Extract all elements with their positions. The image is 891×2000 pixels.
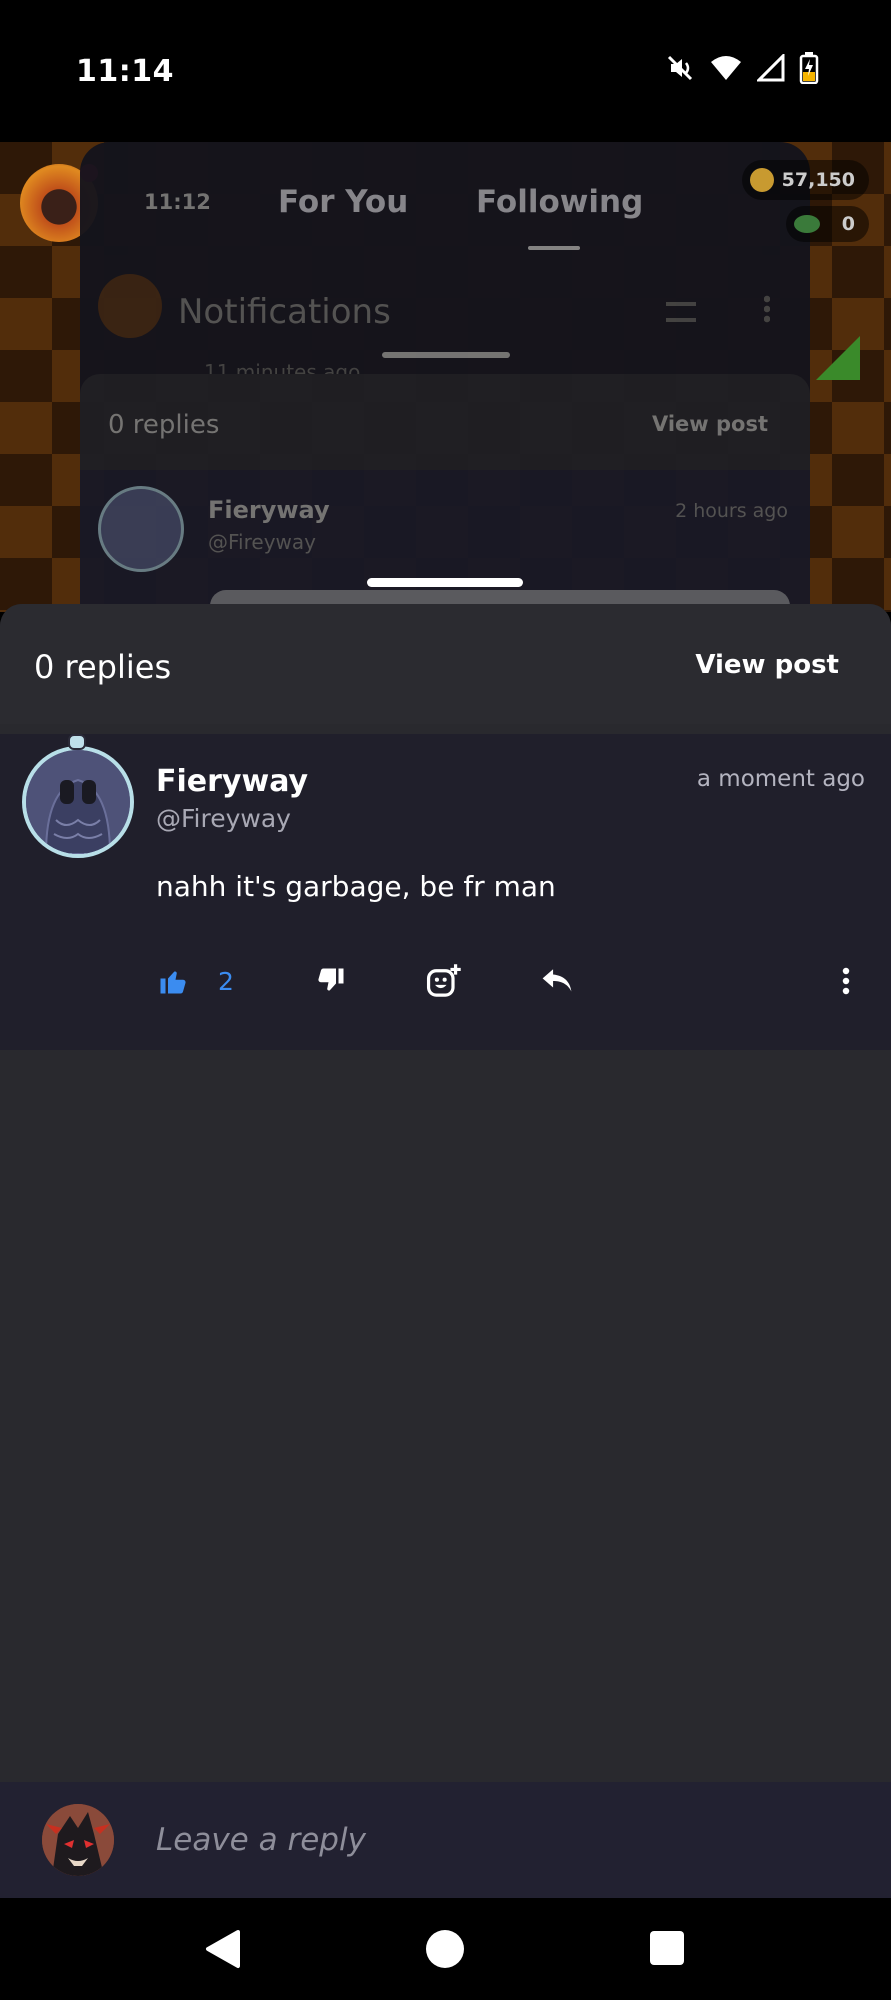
bg-author-name: Fieryway xyxy=(208,496,330,524)
recents-icon[interactable] xyxy=(650,1931,684,1965)
bg-author-avatar xyxy=(98,486,184,572)
bg-coin-balance: 57,150 xyxy=(741,160,869,200)
bg-notif-timestamp: 11 minutes ago xyxy=(204,360,361,374)
my-avatar-image xyxy=(42,1804,114,1876)
bg-inner-card: 11:12 For You Following Notifications 11… xyxy=(80,142,810,612)
my-avatar xyxy=(42,1804,114,1876)
sheet-drag-handle[interactable] xyxy=(367,578,523,587)
add-emoji-icon xyxy=(426,964,461,997)
more-vertical-icon xyxy=(842,967,850,995)
comment-actions: 2 xyxy=(0,956,891,1006)
thumbs-down-icon xyxy=(318,968,344,991)
bg-filter-icon xyxy=(666,302,696,322)
bg-gem-balance: 0 xyxy=(785,206,869,242)
author-handle: @Fireyway xyxy=(156,804,291,833)
replies-count: 0 replies xyxy=(34,648,172,686)
bg-tab-for-you: For You xyxy=(278,184,409,220)
comment-timestamp: a moment ago xyxy=(696,766,865,792)
view-post-button[interactable]: View post xyxy=(695,650,839,680)
mute-icon xyxy=(667,55,693,81)
status-bar: 11:14 xyxy=(0,0,891,142)
bg-replies-header: 0 replies View post xyxy=(80,374,810,470)
bg-replies-label: 0 replies xyxy=(108,410,220,440)
author-name[interactable]: Fieryway xyxy=(156,764,308,799)
avatar-badge-icon xyxy=(68,734,86,750)
replies-header: 0 replies View post xyxy=(0,604,891,724)
reply-button[interactable] xyxy=(540,956,574,1006)
more-options-button[interactable] xyxy=(840,956,852,1006)
add-reaction-button[interactable] xyxy=(426,956,462,1006)
bg-author-handle: @Fireyway xyxy=(208,530,316,554)
reply-bar xyxy=(0,1782,891,1898)
status-time: 11:14 xyxy=(76,54,174,89)
gem-icon xyxy=(793,215,820,233)
bg-more-icon xyxy=(764,294,770,324)
bg-notifications-title: Notifications xyxy=(178,292,391,332)
bg-drag-handle xyxy=(382,352,510,358)
home-icon[interactable] xyxy=(426,1930,464,1968)
bg-author-time: 2 hours ago xyxy=(675,500,788,522)
signal-icon xyxy=(757,54,785,82)
coin-icon xyxy=(749,168,774,192)
reply-input[interactable] xyxy=(156,1812,816,1868)
bg-green-shape xyxy=(816,292,860,380)
bg-tab-following: Following xyxy=(476,184,644,220)
reply-arrow-icon xyxy=(542,969,572,992)
bg-time: 11:12 xyxy=(144,190,211,214)
bg-coin-count: 57,150 xyxy=(781,169,855,191)
like-button[interactable]: 2 xyxy=(158,956,234,1006)
wifi-icon xyxy=(711,56,741,80)
avatar-image xyxy=(26,750,130,854)
bg-tab-indicator xyxy=(528,246,580,250)
background-app: 11:12 For You Following Notifications 11… xyxy=(0,142,891,612)
thumbs-up-icon xyxy=(160,971,186,994)
bg-notif-avatar xyxy=(98,274,162,338)
back-icon[interactable] xyxy=(204,1928,242,1970)
status-icons xyxy=(665,52,819,84)
navigation-bar xyxy=(0,1898,891,2000)
bg-view-post: View post xyxy=(651,412,768,436)
dislike-button[interactable] xyxy=(316,956,346,1006)
comment-card: Fieryway @Fireyway a moment ago nahh it'… xyxy=(0,734,891,1050)
comment-body: nahh it's garbage, be fr man xyxy=(156,870,556,903)
like-count: 2 xyxy=(218,966,234,996)
battery-charging-icon xyxy=(799,52,819,84)
replies-sheet: 0 replies View post Fieryway @Fireyway a… xyxy=(0,604,891,1898)
author-avatar[interactable] xyxy=(22,746,134,858)
bg-gem-count: 0 xyxy=(841,213,855,235)
